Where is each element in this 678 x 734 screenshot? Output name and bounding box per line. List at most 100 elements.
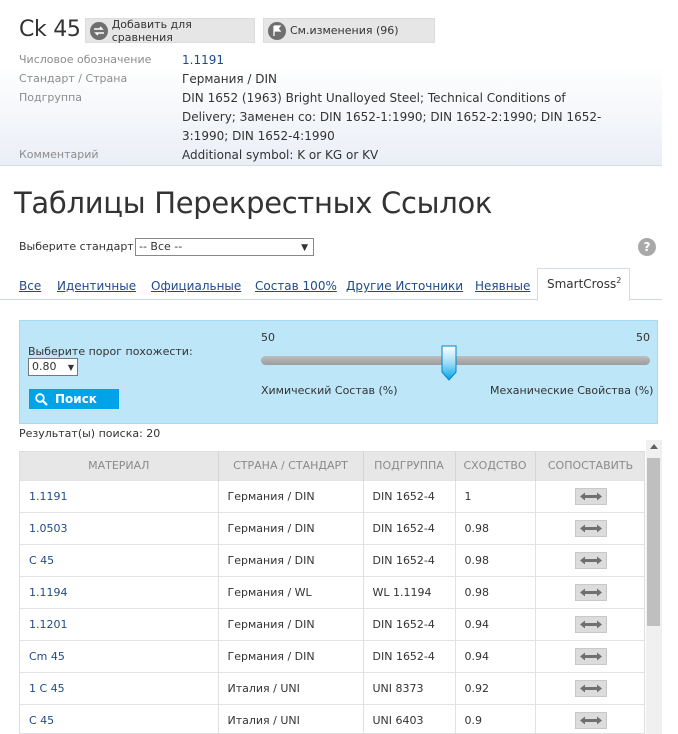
tab-other-sources[interactable]: Другие Источники — [346, 279, 463, 293]
row-country: Германия / DIN — [218, 639, 364, 672]
row-similarity: 0.98 — [455, 511, 536, 544]
compare-arrows-icon — [579, 684, 602, 692]
compare-arrows-icon — [90, 21, 108, 40]
compare-arrows-icon — [579, 716, 602, 725]
row-material-link[interactable]: 1.1191 — [20, 479, 219, 512]
dropdown-arrow-icon: ▼ — [67, 363, 74, 372]
material-header: Ck 45 Добавить для сравнения См.изменени… — [0, 0, 662, 166]
tab-smartcross[interactable]: SmartCross2 — [537, 268, 631, 301]
row-country: Германия / DIN — [218, 607, 364, 640]
column-header-material[interactable]: МАТЕРИАЛ — [20, 452, 219, 480]
row-compare-cell — [535, 479, 644, 512]
slider-left-value: 50 — [261, 331, 275, 344]
tab-implicit[interactable]: Неявные — [475, 279, 530, 293]
compare-arrows-icon — [579, 524, 602, 532]
smartcross-panel: Выберите порог похожести: 0.80 ▼ Поиск 5… — [19, 320, 658, 424]
flag-icon — [268, 21, 286, 40]
tab-smartcross-label: SmartCross — [547, 277, 617, 291]
row-similarity: 0.94 — [455, 607, 536, 640]
info-value: DIN 1652 (1963) Bright Unalloyed Steel; … — [182, 91, 602, 143]
compare-button[interactable] — [574, 519, 607, 537]
row-material-link[interactable]: 1.1194 — [20, 575, 219, 608]
row-similarity: 1 — [455, 479, 536, 512]
column-header-similarity[interactable]: СХОДСТВО — [455, 452, 536, 480]
row-material-link[interactable]: C 45 — [20, 703, 219, 733]
search-icon — [35, 392, 48, 406]
column-header-subgroup[interactable]: ПОДГРУППА — [363, 452, 456, 480]
weight-slider-handle[interactable] — [441, 345, 457, 381]
help-icon[interactable]: ? — [638, 238, 656, 256]
tab-smartcross-sup: 2 — [616, 276, 622, 285]
compare-arrows-icon — [579, 588, 602, 596]
table-header-row: МАТЕРИАЛ СТРАНА / СТАНДАРТ ПОДГРУППА СХО… — [20, 452, 644, 480]
info-value: Additional symbol: K or KG or KV — [182, 148, 379, 162]
row-material-link[interactable]: 1.1201 — [20, 607, 219, 640]
tab-official[interactable]: Официальные — [151, 279, 241, 293]
row-compare-cell — [535, 575, 644, 608]
tab-identical[interactable]: Идентичные — [57, 279, 136, 293]
compare-button[interactable] — [574, 615, 607, 633]
add-to-compare-label: Добавить для сравнения — [111, 17, 192, 44]
threshold-select[interactable]: 0.80 ▼ — [28, 358, 78, 376]
compare-button[interactable] — [574, 551, 607, 569]
info-label: Комментарий — [19, 148, 99, 161]
row-subgroup: WL 1.1194 — [363, 575, 456, 608]
table-row: 1.0503 Германия / DIN DIN 1652-4 0.98 — [20, 511, 644, 544]
row-subgroup: DIN 1652-4 — [363, 639, 456, 672]
info-value: Германия / DIN — [182, 72, 278, 86]
row-subgroup: UNI 6403 — [363, 703, 456, 733]
row-similarity: 0.98 — [455, 543, 536, 576]
compare-arrows-icon — [579, 620, 602, 628]
tab-composition-100[interactable]: Состав 100% — [255, 279, 337, 293]
slider-right-value: 50 — [636, 331, 650, 344]
row-similarity: 0.9 — [455, 703, 536, 733]
row-subgroup: DIN 1652-4 — [363, 511, 456, 544]
column-header-country[interactable]: СТРАНА / СТАНДАРТ — [218, 452, 364, 480]
row-subgroup: DIN 1652-4 — [363, 479, 456, 512]
compare-arrows-icon — [579, 492, 602, 500]
row-material-link[interactable]: 1.0503 — [20, 511, 219, 544]
info-label: Стандарт / Страна — [19, 72, 128, 85]
row-material-link[interactable]: Cm 45 — [20, 639, 219, 672]
compare-button[interactable] — [574, 647, 607, 665]
compare-button[interactable] — [574, 487, 607, 505]
compare-button[interactable] — [574, 679, 607, 697]
table-row: 1.1191 Германия / DIN DIN 1652-4 1 — [20, 479, 644, 512]
row-compare-cell — [535, 703, 644, 733]
scroll-up-arrow-icon[interactable] — [650, 444, 658, 449]
standard-select-value: -- Все -- — [139, 240, 183, 253]
compare-arrows-icon — [579, 652, 602, 660]
row-similarity: 0.98 — [455, 575, 536, 608]
search-button-label: Поиск — [55, 392, 97, 406]
row-country: Германия / DIN — [218, 479, 364, 512]
row-subgroup: DIN 1652-4 — [363, 607, 456, 640]
table-row: C 45 Германия / DIN DIN 1652-4 0.98 — [20, 543, 644, 576]
row-country: Италия / UNI — [218, 703, 364, 733]
add-to-compare-button[interactable]: Добавить для сравнения — [85, 17, 255, 44]
results-scrollbar[interactable] — [646, 440, 662, 734]
results-count: Результат(ы) поиска: 20 — [19, 427, 161, 440]
table-row: Cm 45 Германия / DIN DIN 1652-4 0.94 — [20, 639, 644, 672]
row-subgroup: DIN 1652-4 — [363, 543, 456, 576]
compare-button[interactable] — [574, 711, 607, 729]
results-table: МАТЕРИАЛ СТРАНА / СТАНДАРТ ПОДГРУППА СХО… — [19, 451, 645, 734]
section-title: Таблицы Перекрестных Ссылок — [14, 186, 493, 220]
compare-button[interactable] — [574, 583, 607, 601]
table-row: 1 C 45 Италия / UNI UNI 8373 0.92 — [20, 671, 644, 704]
row-material-link[interactable]: C 45 — [20, 543, 219, 576]
row-similarity: 0.94 — [455, 639, 536, 672]
info-label: Числовое обозначение — [19, 53, 152, 66]
tab-all[interactable]: Все — [19, 279, 41, 293]
info-label: Подгруппа — [19, 91, 83, 104]
row-compare-cell — [535, 607, 644, 640]
threshold-value: 0.80 — [32, 360, 57, 373]
scrollbar-thumb[interactable] — [647, 458, 660, 626]
info-value: 1.1191 — [182, 53, 224, 67]
row-country: Германия / DIN — [218, 543, 364, 576]
standard-select[interactable]: -- Все -- ▼ — [135, 238, 314, 256]
view-changes-button[interactable]: См.изменения (96) — [263, 18, 435, 43]
row-compare-cell — [535, 543, 644, 576]
row-material-link[interactable]: 1 C 45 — [20, 671, 219, 704]
row-country: Германия / WL — [218, 575, 364, 608]
search-button[interactable]: Поиск — [29, 389, 119, 409]
